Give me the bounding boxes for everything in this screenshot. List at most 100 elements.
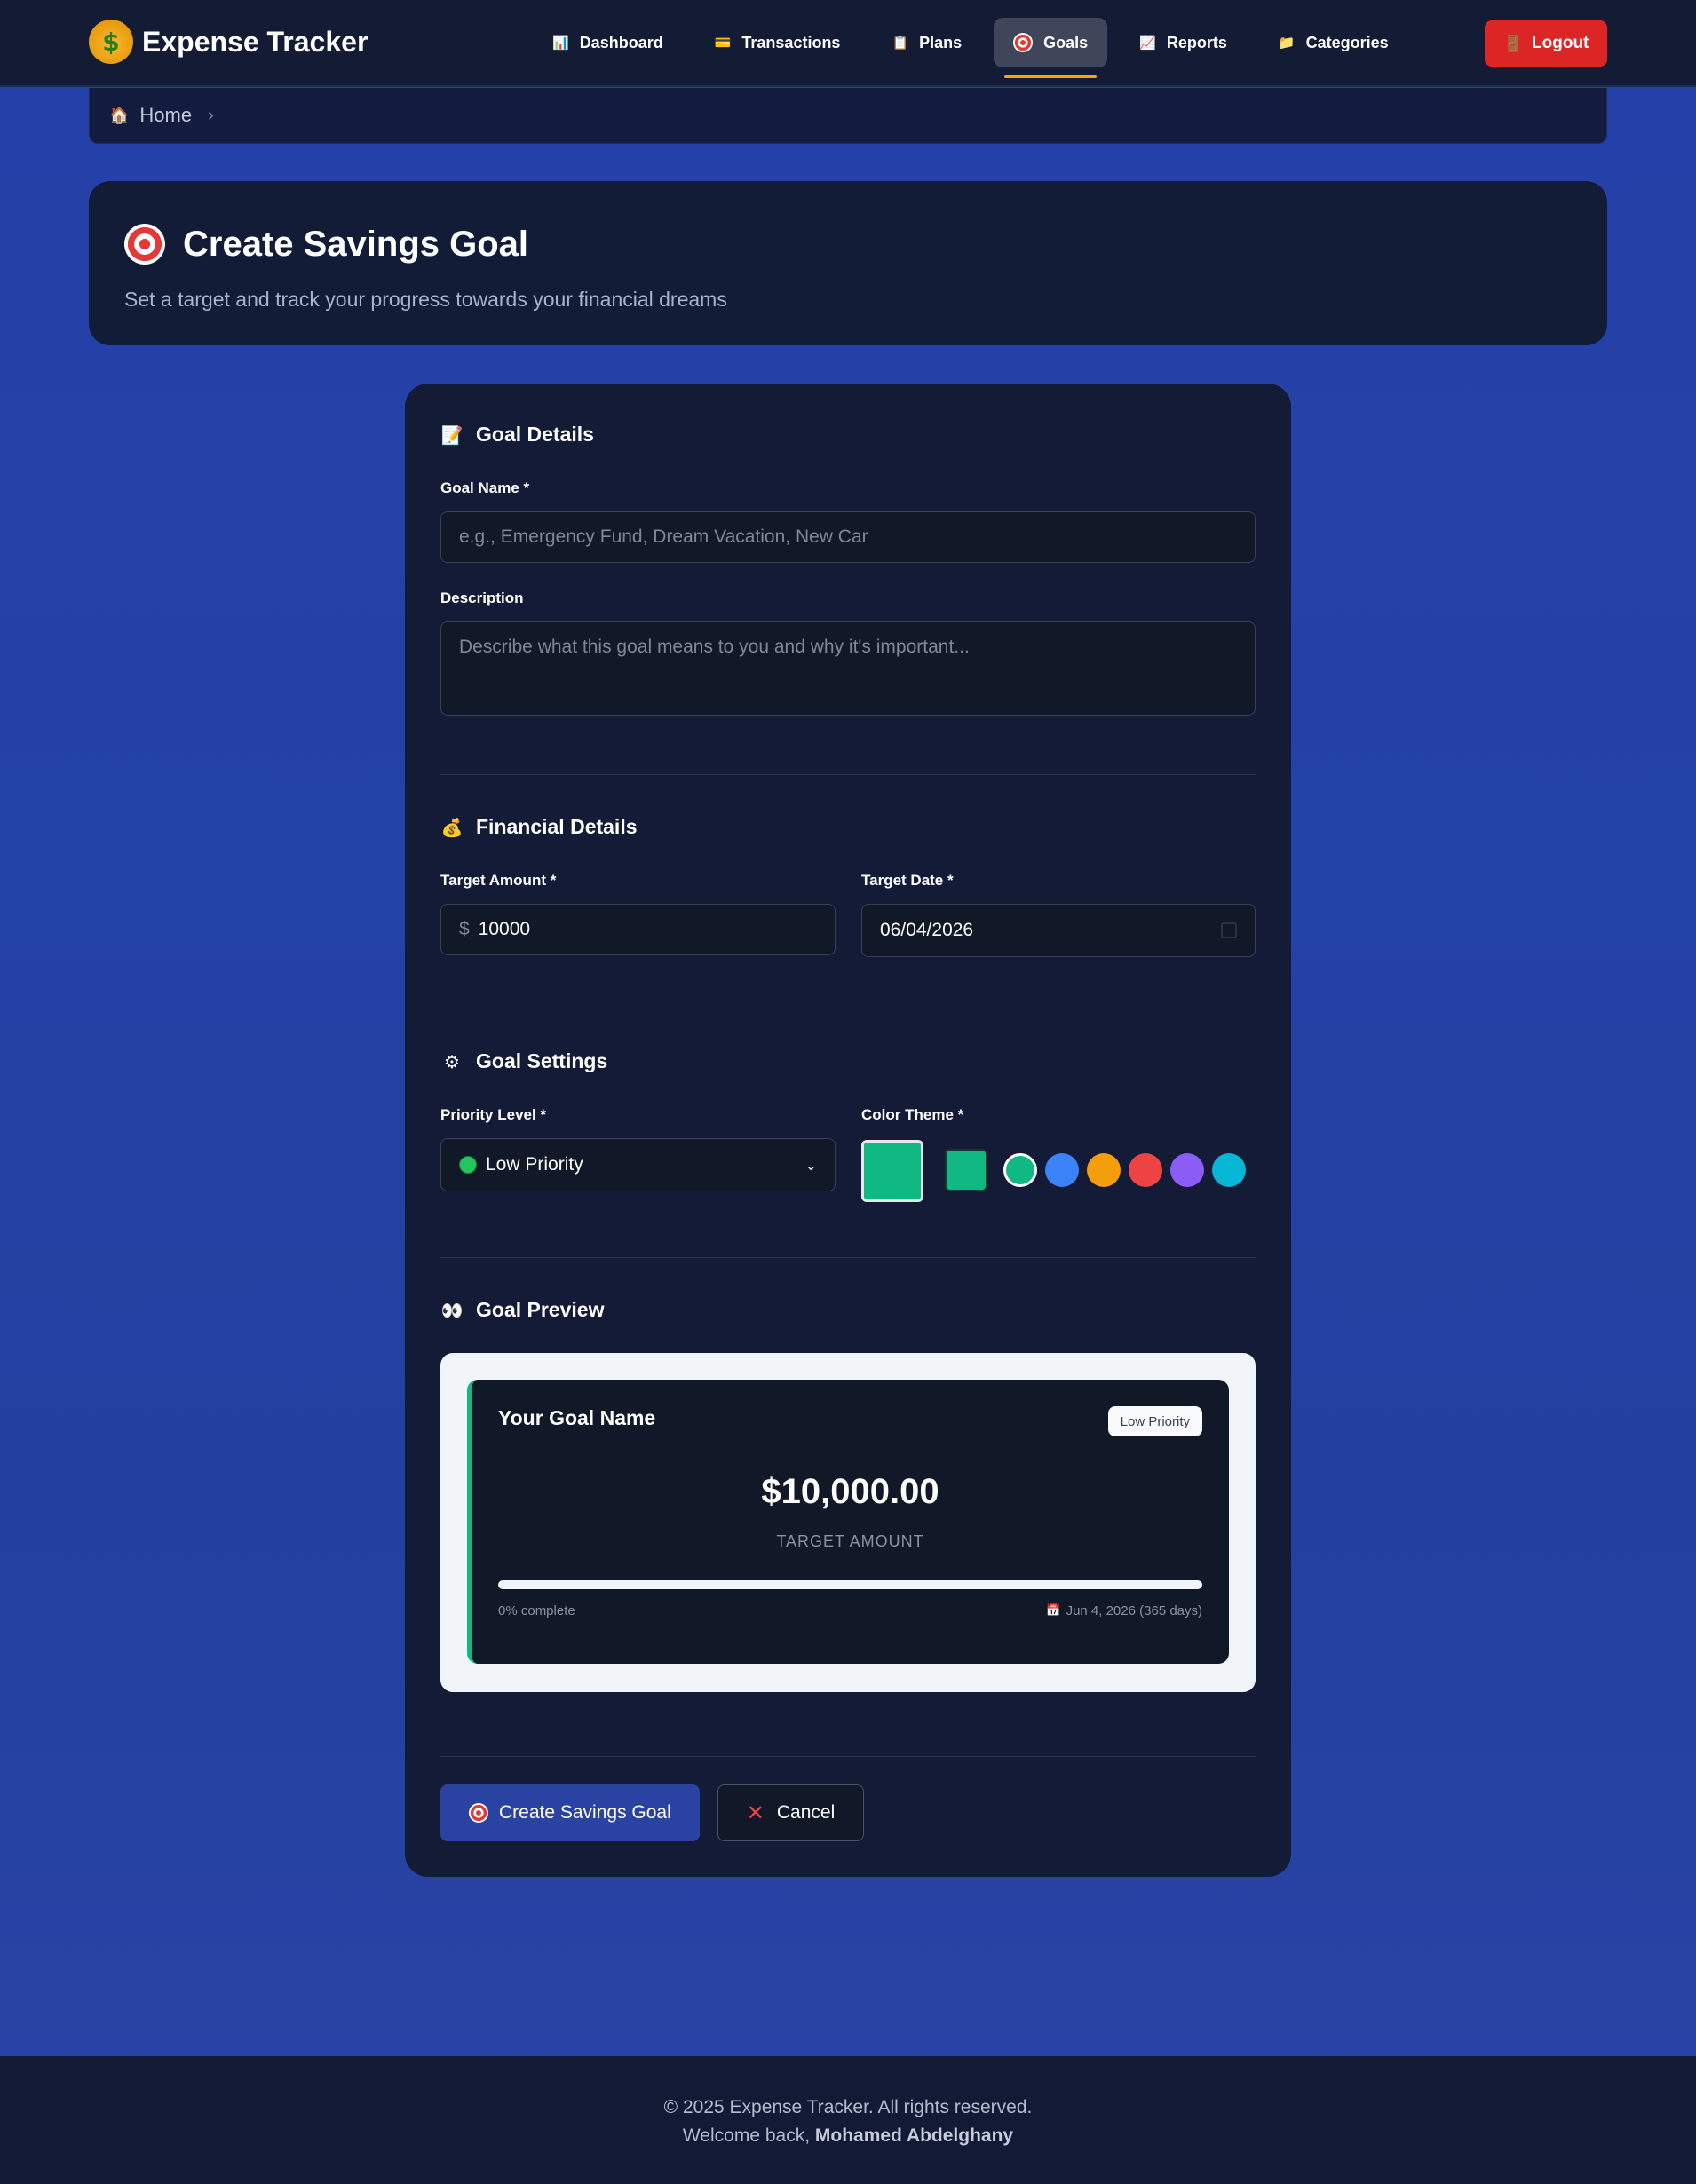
welcome-text: Welcome back, Mohamed Abdelghany <box>0 2122 1696 2150</box>
priority-value: Low Priority <box>486 1154 583 1175</box>
preview-date: 📅 Jun 4, 2026 (365 days) <box>1046 1603 1202 1618</box>
goal-name-label: Goal Name * <box>440 479 530 496</box>
section-title: Financial Details <box>476 815 638 838</box>
color-option-amber[interactable] <box>1087 1153 1121 1187</box>
clipboard-icon: 📋 <box>892 35 909 51</box>
nav-item-plans[interactable]: 📋 Plans <box>872 18 981 67</box>
color-option-cyan[interactable] <box>1212 1153 1246 1187</box>
app-name: Expense Tracker <box>142 25 369 58</box>
folder-icon: 📁 <box>1278 35 1296 51</box>
breadcrumb: 🏠 Home › <box>89 88 1607 144</box>
color-options <box>1003 1153 1246 1187</box>
nav-item-transactions[interactable]: 💳 Transactions <box>695 18 860 67</box>
target-icon <box>1013 33 1034 52</box>
breadcrumb-home-link[interactable]: Home <box>139 104 192 127</box>
color-theme-label: Color Theme * <box>861 1106 964 1123</box>
priority-label: Priority Level * <box>440 1106 547 1123</box>
color-option-red[interactable] <box>1129 1153 1162 1187</box>
description-placeholder: Describe what this goal means to you and… <box>459 637 970 657</box>
page-header: Create Savings Goal Set a target and tra… <box>89 181 1607 345</box>
close-icon: ✕ <box>746 1800 765 1825</box>
gear-icon: ⚙ <box>444 1050 460 1072</box>
section-goal-settings: ⚙ Goal Settings <box>440 1049 607 1073</box>
nav-item-categories[interactable]: 📁 Categories <box>1259 18 1408 67</box>
page-subtitle: Set a target and track your progress tow… <box>124 288 727 311</box>
user-name: Mohamed Abdelghany <box>814 2125 1014 2146</box>
target-amount-value: 10000 <box>478 919 531 939</box>
money-bag-icon: 💰 <box>440 816 464 838</box>
calendar-icon: 📅 <box>1046 1604 1061 1618</box>
logout-button[interactable]: 🚪 Logout <box>1485 20 1607 67</box>
create-goal-label: Create Savings Goal <box>499 1802 671 1823</box>
goal-form: 📝 Goal Details Goal Name * e.g., Emergen… <box>405 384 1291 1877</box>
target-date-input[interactable]: 06/04/2026 <box>861 904 1256 957</box>
chevron-down-icon: ⌄ <box>804 1156 817 1174</box>
preview-date-text: Jun 4, 2026 (365 days) <box>1066 1603 1202 1618</box>
color-option-blue[interactable] <box>1045 1153 1079 1187</box>
target-amount-input[interactable]: $ 10000 <box>440 904 836 955</box>
target-date-value: 06/04/2026 <box>880 920 974 940</box>
divider <box>440 774 1256 775</box>
bar-chart-icon: 📊 <box>552 35 569 51</box>
selected-color-swatch <box>945 1149 987 1191</box>
credit-card-icon: 💳 <box>714 35 732 51</box>
target-icon <box>469 1803 488 1823</box>
section-financial-details: 💰 Financial Details <box>440 815 638 839</box>
money-bag-icon: $ <box>89 20 133 64</box>
goal-preview-card: Your Goal Name Low Priority $10,000.00 T… <box>467 1380 1229 1664</box>
progress-bar <box>498 1580 1202 1589</box>
preview-goal-name: Your Goal Name <box>498 1406 656 1429</box>
nav-item-label: Dashboard <box>579 33 663 51</box>
target-date-label: Target Date * <box>861 872 954 889</box>
memo-icon: 📝 <box>440 423 464 446</box>
goal-preview: Your Goal Name Low Priority $10,000.00 T… <box>440 1353 1256 1692</box>
divider <box>440 1257 1256 1258</box>
nav-item-goals[interactable]: Goals <box>994 18 1108 78</box>
goal-name-input[interactable]: e.g., Emergency Fund, Dream Vacation, Ne… <box>440 511 1256 563</box>
home-icon: 🏠 <box>109 106 130 125</box>
green-circle-icon <box>459 1156 477 1174</box>
main-nav: 📊 Dashboard 💳 Transactions 📋 Plans Goals… <box>533 18 1421 78</box>
brand[interactable]: $ Expense Tracker <box>89 20 368 64</box>
section-goal-details: 📝 Goal Details <box>440 423 594 447</box>
color-option-purple[interactable] <box>1170 1153 1204 1187</box>
preview-target-amount: $10,000.00 <box>761 1472 939 1511</box>
priority-select[interactable]: Low Priority ⌄ <box>440 1138 836 1191</box>
nav-item-reports[interactable]: 📈 Reports <box>1120 18 1247 67</box>
nav-item-dashboard[interactable]: 📊 Dashboard <box>533 18 683 67</box>
eyes-icon: 👀 <box>440 1299 464 1321</box>
color-picker-input[interactable] <box>861 1140 923 1202</box>
priority-badge: Low Priority <box>1107 1406 1202 1436</box>
section-title: Goal Preview <box>476 1298 605 1321</box>
progress-text: 0% complete <box>498 1603 575 1618</box>
logout-label: Logout <box>1532 34 1589 52</box>
chevron-right-icon: › <box>208 105 214 125</box>
color-option-green[interactable] <box>1003 1153 1037 1187</box>
form-actions: Create Savings Goal ✕ Cancel <box>440 1784 865 1841</box>
target-icon <box>124 224 165 265</box>
preview-target-amount-label: TARGET AMOUNT <box>776 1532 924 1550</box>
divider <box>440 1756 1256 1757</box>
description-label: Description <box>440 590 524 606</box>
currency-symbol: $ <box>459 919 470 939</box>
nav-item-label: Categories <box>1305 33 1389 51</box>
nav-item-label: Transactions <box>741 33 841 51</box>
section-goal-preview: 👀 Goal Preview <box>440 1298 605 1322</box>
description-textarea[interactable]: Describe what this goal means to you and… <box>440 621 1256 716</box>
page-title-row: Create Savings Goal <box>124 224 1572 265</box>
nav-item-label: Goals <box>1043 33 1089 51</box>
page-title: Create Savings Goal <box>183 224 529 264</box>
chart-up-icon: 📈 <box>1139 35 1156 51</box>
section-title: Goal Details <box>476 423 594 446</box>
calendar-icon[interactable] <box>1221 922 1237 938</box>
door-icon: 🚪 <box>1502 34 1524 53</box>
cancel-button[interactable]: ✕ Cancel <box>717 1784 865 1841</box>
cancel-label: Cancel <box>776 1802 836 1823</box>
section-title: Goal Settings <box>476 1049 608 1072</box>
nav-item-label: Plans <box>919 33 963 51</box>
create-goal-button[interactable]: Create Savings Goal <box>440 1784 700 1841</box>
nav-item-label: Reports <box>1166 33 1227 51</box>
top-navbar: $ Expense Tracker 📊 Dashboard 💳 Transact… <box>0 0 1696 87</box>
welcome-prefix: Welcome back, <box>682 2125 811 2146</box>
copyright-text: © 2025 Expense Tracker. All rights reser… <box>663 2097 1033 2117</box>
